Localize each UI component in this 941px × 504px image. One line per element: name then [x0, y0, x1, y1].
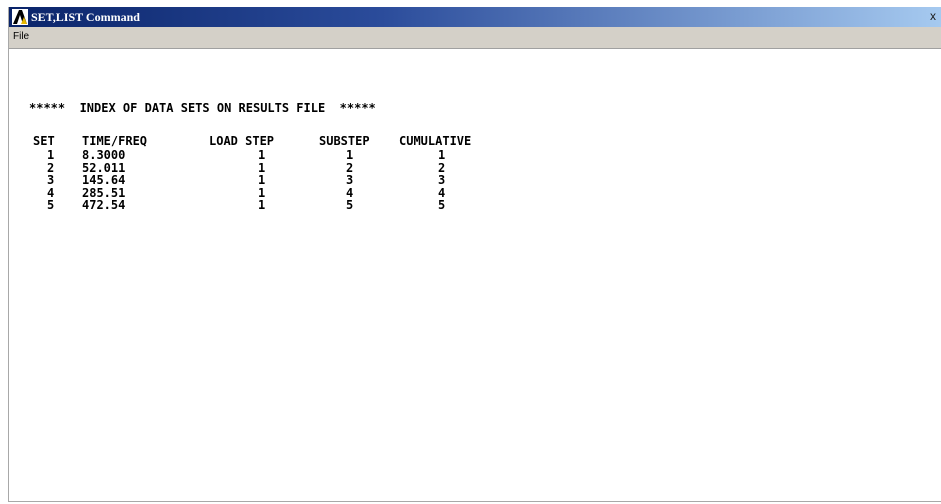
column-header-cumulative: CUMULATIVE [399, 134, 472, 148]
table-cell-cumulative: 5 [438, 198, 446, 213]
table-cell-load-step: 1 [258, 198, 266, 213]
window-title: SET,LIST Command [31, 10, 140, 24]
table-cell-set-number: 5 [47, 198, 55, 213]
results-header: ***** INDEX OF DATA SETS ON RESULTS FILE… [29, 101, 376, 115]
table-cell-substep: 5 [346, 198, 354, 213]
set-list-command-window: SET,LIST Command x File ***** INDEX OF D… [8, 7, 941, 502]
column-header-load-step: LOAD STEP [209, 134, 275, 148]
ansys-logo-icon [12, 9, 28, 25]
menu-bar: File [9, 27, 941, 49]
close-button[interactable]: x [926, 9, 940, 24]
menu-file[interactable]: File [13, 31, 29, 42]
column-header-substep: SUBSTEP [319, 134, 370, 148]
column-header-set: SET [33, 134, 55, 148]
title-bar[interactable]: SET,LIST Command x [9, 7, 941, 27]
column-header-time-freq: TIME/FREQ [82, 134, 148, 148]
results-output-area: ***** INDEX OF DATA SETS ON RESULTS FILE… [9, 49, 941, 501]
table-cell-time-freq: 472.54 [82, 198, 126, 213]
